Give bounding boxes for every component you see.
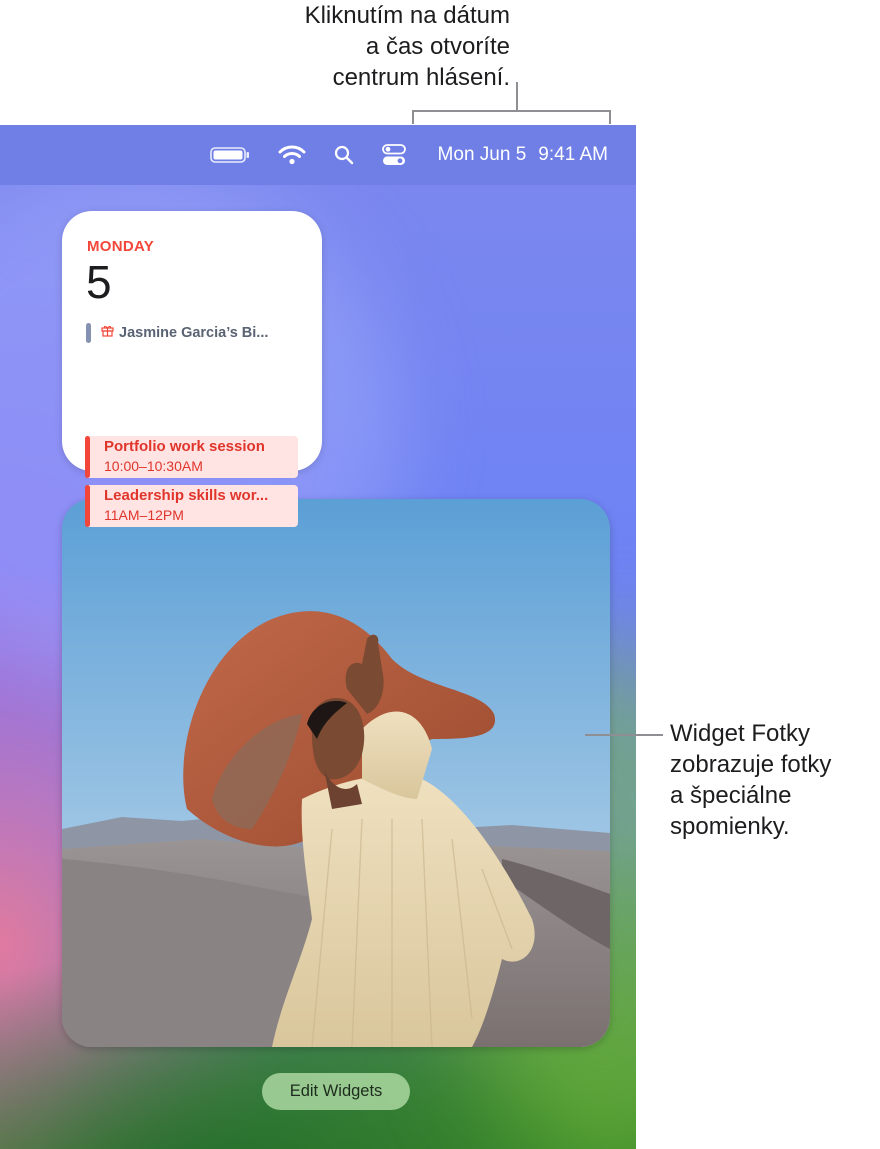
menu-bar-date: Mon Jun 5 [437, 144, 527, 165]
battery-icon[interactable] [209, 146, 250, 164]
event-title: Portfolio work session [104, 438, 265, 455]
callout-right-line-4: spomienky. [670, 813, 790, 840]
leader-line-right [585, 734, 663, 736]
control-center-icon[interactable] [381, 144, 406, 166]
calendar-event[interactable]: Leadership skills wor... 11AM–12PM [85, 485, 298, 527]
menu-bar-time: 9:41 AM [538, 144, 608, 165]
callout-top-line-2: a čas otvoríte [365, 33, 510, 60]
event-time: 10:00–10:30AM [104, 458, 203, 474]
gift-icon [101, 324, 114, 342]
callout-photos-widget: Widget Fotky zobrazuje fotky a špeciálne… [670, 718, 880, 842]
photo-image [62, 499, 610, 1047]
callout-right-line-1: Widget Fotky [670, 720, 811, 747]
calendar-date-number: 5 [86, 256, 112, 308]
search-icon[interactable] [334, 145, 354, 165]
callout-right-line-3: a špeciálne [670, 782, 792, 809]
leader-line-top-vertical [516, 82, 518, 110]
all-day-event-title: Jasmine Garcia’s Bi... [119, 325, 269, 341]
callout-top-line-3: centrum hlásení. [332, 64, 510, 91]
event-color-bar [86, 323, 91, 343]
callout-right-line-2: zobrazuje fotky [670, 751, 832, 778]
calendar-event[interactable]: Portfolio work session 10:00–10:30AM [85, 436, 298, 478]
callout-top-line-1: Kliknutím na dátum [304, 2, 510, 29]
desktop: Mon Jun 5 9:41 AM MONDAY 5 Jasmine Garci… [0, 125, 636, 1149]
event-color-bar [85, 436, 90, 478]
leader-bracket-right-tick [609, 110, 611, 124]
event-title: Leadership skills wor... [104, 487, 269, 504]
wifi-icon[interactable] [278, 145, 306, 165]
calendar-all-day-event[interactable]: Jasmine Garcia’s Bi... [86, 322, 312, 344]
edit-widgets-button[interactable]: Edit Widgets [262, 1073, 410, 1110]
event-time: 11AM–12PM [104, 507, 184, 523]
calendar-widget[interactable]: MONDAY 5 Jasmine Garcia’s Bi... Portfoli… [62, 211, 322, 527]
menu-bar-clock[interactable]: Mon Jun 5 9:41 AM [438, 144, 608, 166]
callout-date-time: Kliknutím na dátum a čas otvoríte centru… [210, 0, 510, 93]
photos-widget[interactable] [62, 499, 610, 1047]
event-color-bar [85, 485, 90, 527]
menu-bar: Mon Jun 5 9:41 AM [0, 125, 636, 185]
leader-bracket-top [412, 110, 610, 112]
calendar-day-label: MONDAY [87, 238, 155, 255]
leader-bracket-left-tick [412, 110, 414, 124]
